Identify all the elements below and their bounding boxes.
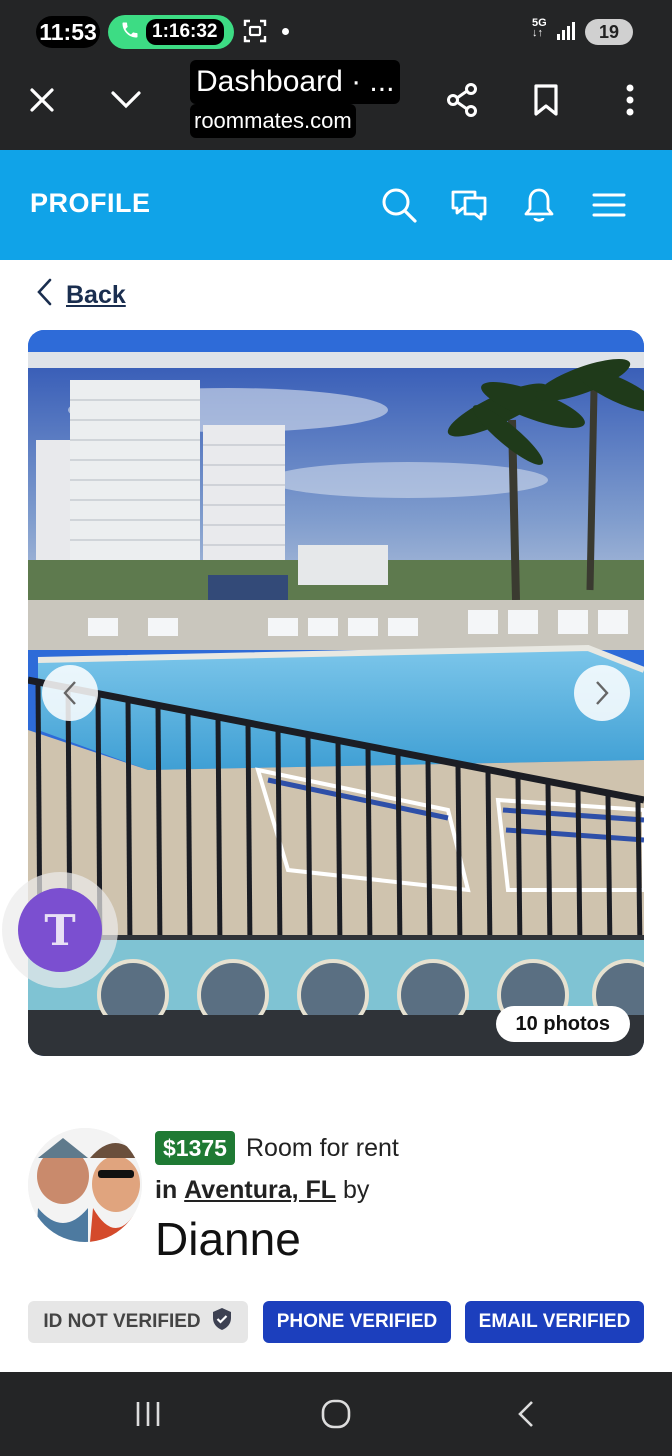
previous-photo-button[interactable] — [42, 665, 98, 721]
phone-verified-badge[interactable]: PHONE VERIFIED — [263, 1301, 451, 1343]
call-indicator[interactable]: 1:16:32 — [108, 15, 234, 49]
id-verification-badge[interactable]: ID NOT VERIFIED — [28, 1301, 248, 1343]
screen: 11:53 1:16:32 5G ↓↑ 19 Dashboard · ... ro… — [0, 0, 672, 1456]
signal-icon — [556, 20, 578, 47]
home-icon[interactable] — [312, 1392, 360, 1436]
bell-icon[interactable] — [516, 182, 562, 228]
page-title: Dashboard · ... — [190, 60, 401, 104]
messages-icon[interactable] — [446, 182, 492, 228]
status-bar: 11:53 1:16:32 5G ↓↑ 19 — [0, 0, 672, 60]
back-link-label: Back — [66, 281, 126, 309]
status-time: 11:53 — [36, 16, 100, 48]
location-line: in Aventura, FL by — [155, 1173, 369, 1207]
battery-indicator: 19 — [585, 19, 633, 45]
phone-icon — [120, 20, 140, 45]
page-url[interactable]: roommates.com — [190, 104, 356, 138]
listing-photo[interactable]: 10 photos — [28, 330, 644, 1056]
close-icon[interactable] — [18, 76, 66, 124]
back-nav-icon[interactable] — [502, 1392, 550, 1436]
search-icon[interactable] — [376, 182, 422, 228]
chevron-down-icon[interactable] — [102, 76, 150, 124]
id-verification-label: ID NOT VERIFIED — [43, 1311, 201, 1332]
more-menu-icon[interactable] — [606, 76, 654, 124]
screenshot-icon — [242, 18, 268, 49]
back-link[interactable]: Back — [36, 278, 126, 313]
call-timer: 1:16:32 — [146, 19, 224, 45]
email-verified-badge[interactable]: EMAIL VERIFIED — [465, 1301, 644, 1343]
floating-assistant-bubble[interactable]: T — [2, 872, 118, 988]
in-label: in — [155, 1176, 178, 1204]
photo-count-badge[interactable]: 10 photos — [495, 1006, 630, 1042]
share-icon[interactable] — [438, 76, 486, 124]
owner-name: Dianne — [155, 1213, 301, 1265]
app-header: PROFILE — [0, 150, 672, 260]
system-navigation-bar — [0, 1372, 672, 1456]
pool-photo-image — [28, 330, 644, 1056]
notification-dot — [282, 28, 289, 35]
listing-type: Room for rent — [246, 1134, 399, 1162]
location-link[interactable]: Aventura, FL — [184, 1176, 336, 1204]
owner-avatar[interactable] — [28, 1128, 142, 1242]
assistant-avatar: T — [18, 888, 102, 972]
shield-check-icon — [211, 1307, 233, 1337]
network-indicator: 5G ↓↑ — [532, 17, 547, 39]
next-photo-button[interactable] — [574, 665, 630, 721]
by-label: by — [343, 1176, 370, 1204]
app-header-title: PROFILE — [30, 188, 151, 218]
browser-toolbar: Dashboard · ... roommates.com — [0, 60, 672, 150]
price-badge: $1375 — [155, 1131, 235, 1165]
bookmark-icon[interactable] — [522, 76, 570, 124]
chevron-left-icon — [36, 278, 52, 313]
hamburger-menu-icon[interactable] — [586, 182, 632, 228]
recent-apps-icon[interactable] — [124, 1392, 172, 1436]
